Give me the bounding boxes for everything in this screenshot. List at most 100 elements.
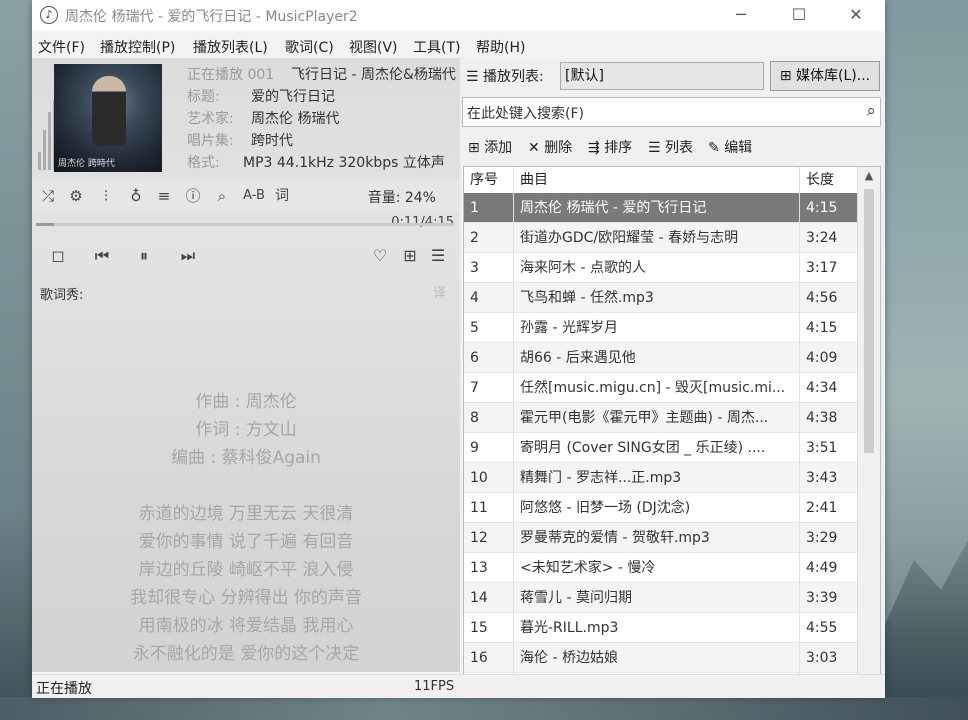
maximize-button[interactable]: ☐ — [776, 0, 822, 31]
table-row[interactable]: 8 霍元甲(电影《霍元甲》主题曲) - 周杰... 4:38 — [464, 403, 858, 433]
ab-repeat-button[interactable]: A-B — [240, 186, 268, 206]
column-header-index[interactable]: 序号 — [464, 167, 514, 193]
cell-track: 暮光-RILL.mp3 — [514, 613, 800, 643]
lyric-line: 赤道的边境 万里无云 天很清 — [138, 504, 354, 524]
scrollbar-thumb[interactable] — [864, 189, 874, 453]
table-row[interactable]: 7 任然[music.migu.cn] - 毁灭[music.mi... 4:34 — [464, 373, 858, 403]
search-box[interactable]: 在此处键入搜索(F) ⌕ — [462, 97, 881, 127]
menu-playlist[interactable]: 播放列表(L) — [193, 37, 268, 57]
menu-lyrics[interactable]: 歌词(C) — [285, 37, 334, 57]
shuffle-icon[interactable]: ⤮ — [38, 186, 58, 206]
menu-icon[interactable]: ≡ — [154, 186, 174, 206]
cell-track: 阿悠悠 - 旧梦一场 (DJ沈念) — [514, 493, 800, 523]
menu-file[interactable]: 文件(F) — [38, 37, 85, 57]
table-row[interactable]: 6 胡66 - 后来遇见他 4:09 — [464, 343, 858, 373]
playlist-icon[interactable]: ☰ — [426, 244, 450, 268]
menu-help[interactable]: 帮助(H) — [476, 37, 525, 57]
minimize-button[interactable]: ─ — [718, 0, 764, 31]
table-row[interactable]: 13 <未知艺术家> - 慢冷 4:49 — [464, 553, 858, 583]
grid-icon[interactable]: ⊞ — [398, 244, 422, 268]
table-header: 序号 曲目 长度 — [464, 167, 858, 194]
stop-icon[interactable]: ◻ — [46, 244, 70, 268]
info-icon[interactable]: ⓘ — [183, 186, 203, 206]
cell-track: 飞鸟和蝉 - 任然.mp3 — [514, 283, 800, 313]
table-row[interactable]: 10 精舞门 - 罗志祥...正.mp3 3:43 — [464, 463, 858, 493]
column-header-track[interactable]: 曲目 — [514, 167, 800, 193]
search-icon[interactable]: ⌕ — [866, 101, 876, 121]
fps-display: 11FPS — [414, 679, 455, 694]
table-row[interactable]: 15 暮光-RILL.mp3 4:55 — [464, 613, 858, 643]
table-body: 1 周杰伦 杨瑞代 - 爱的飞行日记 4:15 2 街道办GDC/欧阳耀莹 - 春娇与志… — [464, 193, 858, 691]
skin-icon[interactable]: ♁ — [126, 186, 146, 206]
desktop-bottom-strip — [0, 697, 968, 720]
playlist-panel: ☰ 播放列表: [默认] ⊞ 媒体库(L)... 在此处键入搜索(F) ⌕ ⊞ … — [460, 58, 885, 692]
previous-icon[interactable]: ⏮ — [90, 244, 114, 268]
search-input[interactable]: 在此处键入搜索(F) — [467, 103, 584, 123]
cell-length: 3:03 — [800, 643, 858, 673]
pause-icon[interactable]: ⏸ — [132, 244, 156, 268]
table-row[interactable]: 4 飞鸟和蝉 - 任然.mp3 4:56 — [464, 283, 858, 313]
cell-index: 9 — [464, 433, 514, 463]
now-playing-value: 飞行日记 - 周杰伦&杨瑞代 — [291, 67, 456, 83]
table-row[interactable]: 9 寄明月 (Cover SING女团 _ 乐正绫) .... 3:51 — [464, 433, 858, 463]
close-button[interactable]: ✕ — [833, 0, 879, 31]
lyric-line: 用南极的冰 将爱结晶 我用心 — [138, 616, 354, 636]
menu-view[interactable]: 视图(V) — [349, 37, 398, 57]
plus-icon: ⊞ — [468, 140, 485, 156]
cell-index: 11 — [464, 493, 514, 523]
table-row[interactable]: 1 周杰伦 杨瑞代 - 爱的飞行日记 4:15 — [464, 193, 858, 223]
album-cover[interactable]: 周杰伦 跨時代 — [54, 64, 162, 172]
lyrics-display: 作曲 : 周杰伦 作词 : 方文山 编曲 : 蔡科俊Again 赤道的边境 万里… — [32, 388, 460, 668]
artist-value: 周杰伦 杨瑞代 — [251, 111, 340, 127]
vertical-scrollbar[interactable]: ▲ ▼ — [857, 167, 880, 691]
volume-display[interactable]: 音量: 24% — [368, 187, 436, 207]
heart-icon[interactable]: ♡ — [368, 244, 392, 268]
gear-icon[interactable]: ⚙ — [66, 186, 86, 206]
cell-index: 16 — [464, 643, 514, 673]
cell-track: 寄明月 (Cover SING女团 _ 乐正绫) .... — [514, 433, 800, 463]
table-row[interactable]: 14 蒋雪儿 - 莫问归期 3:39 — [464, 583, 858, 613]
format-value: MP3 44.1kHz 320kbps 立体声 — [243, 155, 445, 171]
equalizer-icon[interactable]: ⫶ — [96, 186, 116, 206]
sort-button[interactable]: ⇶ 排序 — [588, 137, 632, 157]
delete-button[interactable]: ✕ 删除 — [528, 137, 572, 157]
table-row[interactable]: 12 罗曼蒂克的爱情 - 贺敬轩.mp3 3:29 — [464, 523, 858, 553]
table-row[interactable]: 2 街道办GDC/欧阳耀莹 - 春娇与志明 3:24 — [464, 223, 858, 253]
table-row[interactable]: 16 海伦 - 桥边姑娘 3:03 — [464, 643, 858, 673]
cell-length: 4:38 — [800, 403, 858, 433]
cell-index: 3 — [464, 253, 514, 283]
menu-tools[interactable]: 工具(T) — [413, 37, 460, 57]
lyric-button[interactable]: 词 — [272, 186, 292, 206]
cell-track: <未知艺术家> - 慢冷 — [514, 553, 800, 583]
cell-length: 3:43 — [800, 463, 858, 493]
table-row[interactable]: 3 海来阿木 - 点歌的人 3:17 — [464, 253, 858, 283]
column-header-length[interactable]: 长度 — [800, 167, 858, 193]
list-button[interactable]: ☰ 列表 — [648, 137, 693, 157]
translate-button[interactable]: 译 — [433, 282, 446, 301]
player-window: ♪ 周杰伦 杨瑞代 - 爱的飞行日记 - MusicPlayer2 ─ ☐ ✕ … — [32, 0, 885, 698]
cell-length: 3:17 — [800, 253, 858, 283]
menu-playback[interactable]: 播放控制(P) — [100, 37, 175, 57]
next-icon[interactable]: ⏭ — [176, 244, 200, 268]
progress-bar[interactable] — [36, 223, 454, 226]
menu-bar: 文件(F) 播放控制(P) 播放列表(L) 歌词(C) 视图(V) 工具(T) … — [32, 33, 885, 57]
pencil-icon: ✎ — [708, 140, 725, 156]
media-library-button[interactable]: ⊞ 媒体库(L)... — [770, 61, 880, 91]
status-text: 正在播放 — [36, 681, 92, 697]
playlist-name-field[interactable]: [默认] — [560, 62, 764, 90]
window-title: 周杰伦 杨瑞代 - 爱的飞行日记 - MusicPlayer2 — [65, 9, 358, 25]
add-button[interactable]: ⊞ 添加 — [468, 137, 512, 157]
spectrum-bar — [43, 130, 46, 170]
cell-index: 2 — [464, 223, 514, 253]
table-row[interactable]: 5 孙露 - 光辉岁月 4:15 — [464, 313, 858, 343]
table-row[interactable]: 11 阿悠悠 - 旧梦一场 (DJ沈念) 2:41 — [464, 493, 858, 523]
scroll-up-icon[interactable]: ▲ — [858, 169, 880, 182]
search-icon[interactable]: ⌕ — [212, 186, 232, 206]
edit-button[interactable]: ✎ 编辑 — [708, 137, 752, 157]
now-playing-panel: 周杰伦 跨時代 正在播放 001 飞行日记 - 周杰伦&杨瑞代 标题: 爱的飞行日记… — [32, 58, 460, 672]
lyric-line: 岸边的丘陵 崎岖不平 浪入侵 — [138, 560, 354, 580]
cell-index: 12 — [464, 523, 514, 553]
cell-index: 5 — [464, 313, 514, 343]
cell-index: 10 — [464, 463, 514, 493]
cell-length: 2:41 — [800, 493, 858, 523]
